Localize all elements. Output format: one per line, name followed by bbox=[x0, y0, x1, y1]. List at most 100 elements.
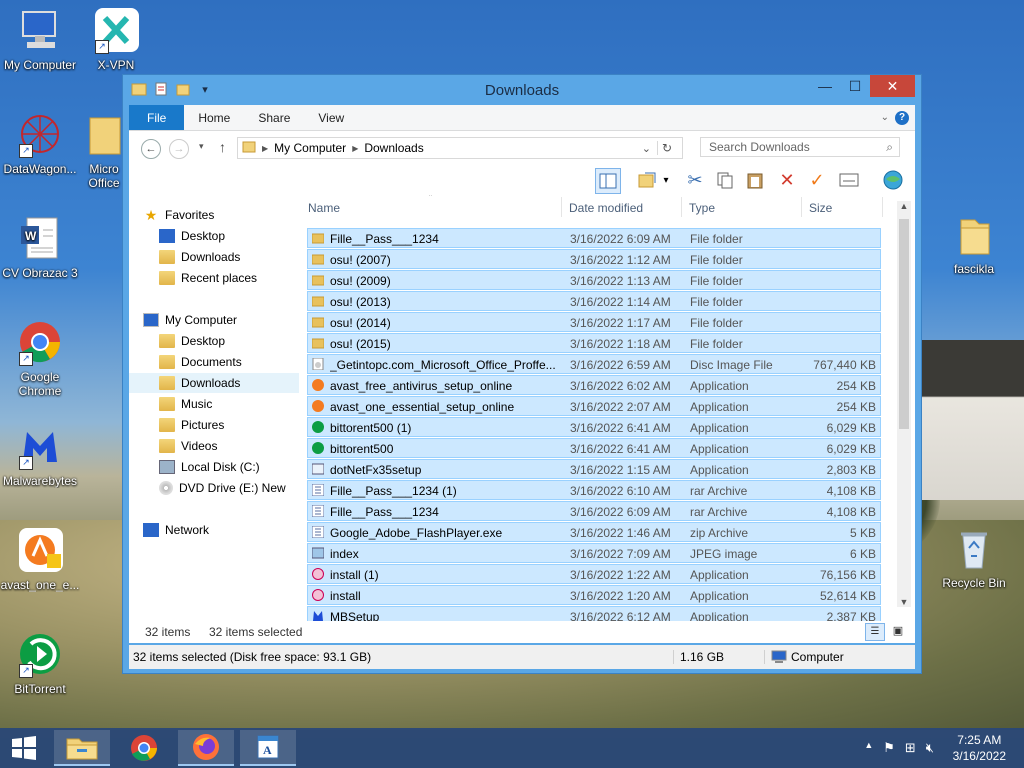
file-row[interactable]: MBSetup 3/16/2022 6:12 AM Application 2,387… bbox=[307, 606, 881, 621]
address-bar[interactable]: ▶ My Computer ▶ Downloads ⌄ ↻ bbox=[237, 137, 683, 159]
desktop-icon-datawagon[interactable]: ↗ DataWagon... bbox=[0, 112, 80, 176]
help-icon[interactable]: ? bbox=[895, 110, 909, 125]
taskbar-clock[interactable]: 7:25 AM 3/16/2022 bbox=[953, 732, 1006, 764]
nav-documents[interactable]: Documents bbox=[159, 352, 299, 372]
taskbar-chrome[interactable] bbox=[116, 730, 172, 766]
folder-options-icon[interactable] bbox=[635, 168, 659, 192]
file-row[interactable]: osu! (2015) 3/16/2022 1:18 AM File folder bbox=[307, 333, 881, 353]
taskbar-file-explorer[interactable] bbox=[54, 730, 110, 766]
minimize-button[interactable]: — bbox=[810, 75, 840, 97]
start-button[interactable] bbox=[0, 730, 48, 766]
globe-icon[interactable] bbox=[881, 168, 905, 192]
title-bar[interactable]: ▾ Downloads — ☐ ✕ bbox=[123, 75, 921, 105]
nav-music[interactable]: Music bbox=[159, 394, 299, 414]
forward-button[interactable]: → bbox=[169, 139, 189, 159]
file-row[interactable]: bittorent500 3/16/2022 6:41 AM Application… bbox=[307, 438, 881, 458]
nav-favorites[interactable]: ★ Favorites bbox=[143, 205, 299, 225]
desktop-icon-malwarebytes[interactable]: ↗ Malwarebytes bbox=[0, 424, 80, 488]
nav-network[interactable]: Network bbox=[143, 520, 299, 540]
column-header-size[interactable]: Size bbox=[809, 201, 832, 215]
tab-share[interactable]: Share bbox=[244, 105, 304, 130]
scroll-up-arrow-icon[interactable]: ▲ bbox=[897, 201, 911, 211]
nav-downloads[interactable]: Downloads bbox=[129, 373, 299, 393]
nav-fav-downloads[interactable]: Downloads bbox=[159, 247, 299, 267]
file-row[interactable]: osu! (2013) 3/16/2022 1:14 AM File folder bbox=[307, 291, 881, 311]
preview-pane-button[interactable] bbox=[595, 168, 621, 194]
show-hidden-icons-chevron-icon[interactable]: ▲ bbox=[864, 740, 873, 756]
nav-local-disk[interactable]: Local Disk (C:) bbox=[159, 457, 299, 477]
file-row[interactable]: Google_Adobe_FlashPlayer.exe 3/16/2022 1:… bbox=[307, 522, 881, 542]
nav-pictures[interactable]: Pictures bbox=[159, 415, 299, 435]
tab-home[interactable]: Home bbox=[184, 105, 244, 130]
vertical-scrollbar[interactable]: ▲ ▼ bbox=[897, 201, 911, 607]
file-row[interactable]: osu! (2007) 3/16/2022 1:12 AM File folder bbox=[307, 249, 881, 269]
file-row[interactable]: install (1) 3/16/2022 1:22 AM Application 7… bbox=[307, 564, 881, 584]
desktop-icon-avast-one[interactable]: avast_one_e... bbox=[0, 528, 80, 592]
file-row[interactable]: osu! (2009) 3/16/2022 1:13 AM File folder bbox=[307, 270, 881, 290]
column-header-type[interactable]: Type bbox=[689, 201, 715, 215]
breadcrumb-downloads[interactable]: Downloads bbox=[364, 141, 423, 155]
breadcrumb-my-computer[interactable]: My Computer bbox=[274, 141, 346, 155]
copy-icon[interactable] bbox=[713, 168, 737, 192]
taskbar-firefox[interactable] bbox=[178, 730, 234, 766]
up-arrow-icon[interactable]: ↑ bbox=[219, 139, 226, 155]
file-row[interactable]: Fille__Pass___1234 3/16/2022 6:09 AM rar A… bbox=[307, 501, 881, 521]
scrollbar-thumb[interactable] bbox=[899, 219, 909, 429]
options-chevron-down-icon[interactable]: ▾ bbox=[659, 168, 673, 192]
desktop-icon-x-vpn[interactable]: ↗ X-VPN bbox=[76, 8, 156, 72]
desktop-icon-my-computer[interactable]: My Computer bbox=[0, 8, 80, 72]
column-separator[interactable] bbox=[801, 197, 802, 217]
back-button[interactable]: ← bbox=[141, 139, 161, 159]
column-header-name[interactable]: Name bbox=[308, 201, 340, 215]
desktop-icon-office[interactable]: Micro Office bbox=[84, 112, 124, 190]
file-list-pane[interactable]: ˆ Name Date modified Type Size Fille__Pa… bbox=[299, 195, 915, 621]
action-center-flag-icon[interactable]: ⚑ bbox=[883, 740, 895, 756]
paste-icon[interactable] bbox=[743, 168, 767, 192]
close-button[interactable]: ✕ bbox=[870, 75, 915, 97]
details-view-icon[interactable]: ☰ bbox=[865, 623, 885, 641]
column-separator[interactable] bbox=[882, 197, 883, 217]
volume-muted-icon[interactable]: 🔇︎ bbox=[926, 740, 934, 756]
nav-dvd-drive[interactable]: DVD Drive (E:) New bbox=[159, 478, 299, 498]
desktop-icon-recycle-bin[interactable]: Recycle Bin bbox=[934, 526, 1014, 590]
large-icons-view-icon[interactable]: ▣ bbox=[889, 623, 907, 639]
expand-ribbon-chevron-icon[interactable]: ⌄ bbox=[881, 112, 889, 123]
scroll-down-arrow-icon[interactable]: ▼ bbox=[897, 597, 911, 607]
nav-fav-desktop[interactable]: Desktop bbox=[159, 226, 299, 246]
file-row[interactable]: index 3/16/2022 7:09 AM JPEG image 6 KB bbox=[307, 543, 881, 563]
file-row[interactable]: bittorent500 (1) 3/16/2022 6:41 AM Applica… bbox=[307, 417, 881, 437]
nav-fav-recent[interactable]: Recent places bbox=[159, 268, 299, 288]
nav-desktop[interactable]: Desktop bbox=[159, 331, 299, 351]
network-status-icon[interactable]: ⊞ bbox=[905, 740, 916, 756]
file-row[interactable]: _Getintopc.com_Microsoft_Office_Proffe..… bbox=[307, 354, 881, 374]
desktop-icon-cv-obrazac[interactable]: W CV Obrazac 3 bbox=[0, 216, 80, 280]
desktop-icon-fascikla[interactable]: fascikla bbox=[934, 212, 1014, 276]
desktop-icon-google-chrome[interactable]: ↗ Google Chrome bbox=[0, 320, 80, 398]
file-row[interactable]: dotNetFx35setup 3/16/2022 1:15 AM Applicat… bbox=[307, 459, 881, 479]
file-row[interactable]: install 3/16/2022 1:20 AM Application 52,61… bbox=[307, 585, 881, 605]
nav-videos[interactable]: Videos bbox=[159, 436, 299, 456]
tab-file[interactable]: File bbox=[129, 105, 185, 130]
navigation-pane[interactable]: ★ Favorites Desktop Downloads Recent plac… bbox=[129, 195, 299, 621]
cut-icon[interactable]: ✂ bbox=[683, 168, 707, 192]
column-separator[interactable] bbox=[681, 197, 682, 217]
file-row[interactable]: Fille__Pass___1234 (1) 3/16/2022 6:10 AM r… bbox=[307, 480, 881, 500]
column-header-date[interactable]: Date modified bbox=[569, 201, 643, 215]
search-icon[interactable]: ⌕ bbox=[886, 140, 893, 155]
checkmark-icon[interactable]: ✓ bbox=[805, 168, 829, 192]
nav-my-computer[interactable]: My Computer bbox=[143, 310, 299, 330]
file-row[interactable]: avast_free_antivirus_setup_online 3/16/20… bbox=[307, 375, 881, 395]
tab-view[interactable]: View bbox=[304, 105, 358, 130]
column-separator[interactable] bbox=[561, 197, 562, 217]
delete-icon[interactable]: ✕ bbox=[775, 168, 799, 192]
file-row[interactable]: avast_one_essential_setup_online 3/16/202… bbox=[307, 396, 881, 416]
refresh-icon[interactable]: ↻ bbox=[656, 141, 676, 155]
address-dropdown-chevron-icon[interactable]: ⌄ bbox=[642, 142, 651, 155]
recent-locations-chevron-icon[interactable]: ▾ bbox=[199, 141, 204, 152]
taskbar-wordpad[interactable]: A bbox=[240, 730, 296, 766]
desktop-icon-bittorrent[interactable]: ↗ BitTorrent bbox=[0, 632, 80, 696]
properties-panel-icon[interactable] bbox=[837, 168, 861, 192]
file-row[interactable]: osu! (2014) 3/16/2022 1:17 AM File folder bbox=[307, 312, 881, 332]
search-input[interactable]: Search Downloads ⌕ bbox=[700, 137, 900, 157]
explorer-window[interactable]: ▾ Downloads — ☐ ✕ File Home Share View ⌄… bbox=[122, 74, 922, 674]
